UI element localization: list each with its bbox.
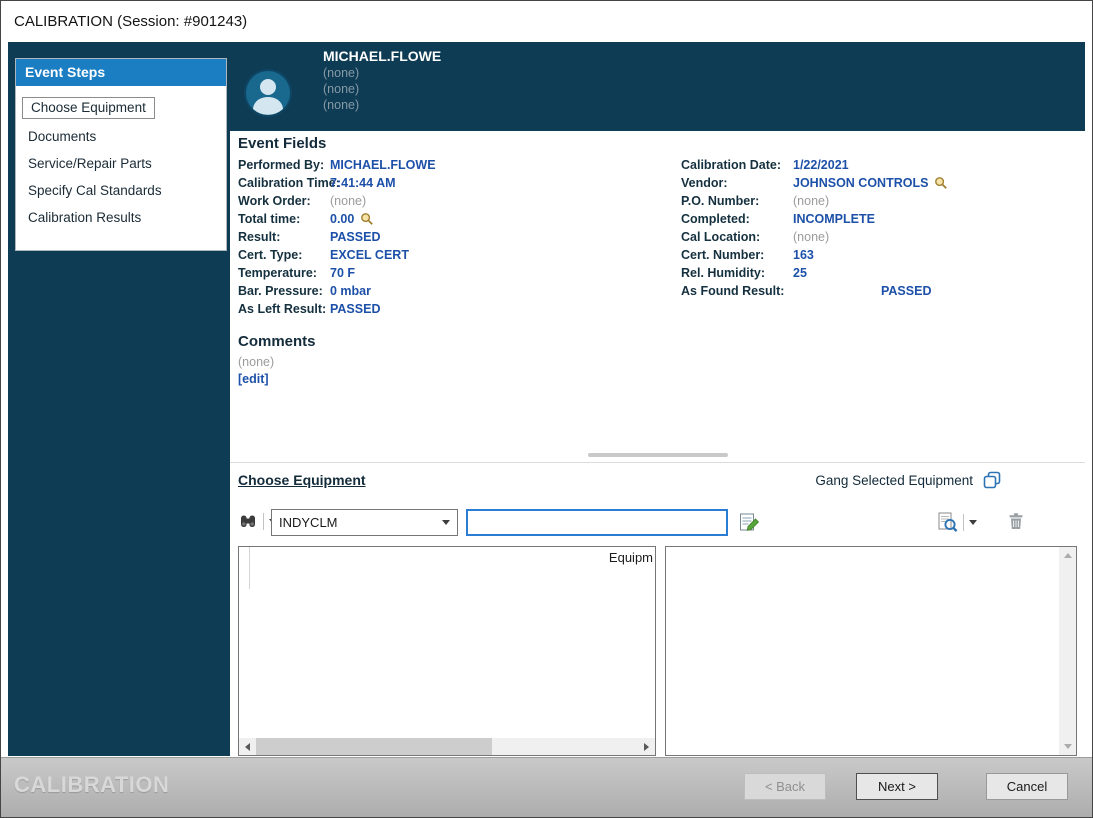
equipment-source-list[interactable]: Equipm [238,546,656,756]
field-completed: Completed:INCOMPLETE [681,210,1081,228]
footer-bar: CALIBRATION < Back Next > Cancel [1,757,1092,817]
search-scope-combo[interactable]: INDYCLM [271,509,458,536]
field-cert-type: Cert. Type:EXCEL CERT [238,246,673,264]
preview-document-icon [936,511,958,533]
field-calibration-time: Calibration Time:7:41:44 AM [238,174,673,192]
field-as-left-result: As Left Result:PASSED [238,300,673,318]
field-value: (none) [793,228,829,246]
event-steps-panel: Event Steps Choose Equipment Documents S… [15,58,227,251]
field-work-order: Work Order:(none) [238,192,673,210]
search-scope-value: INDYCLM [279,515,338,530]
equipment-selected-list[interactable] [665,546,1077,756]
field-vendor: Vendor:JOHNSON CONTROLS [681,174,1081,192]
field-value: (none) [330,192,366,210]
user-banner: MICHAEL.FLOWE (none) (none) (none) [230,42,1085,131]
preview-equipment-button[interactable] [936,511,977,533]
field-value[interactable]: PASSED [330,228,380,246]
calibration-window: CALIBRATION (Session: #901243) Event Ste… [0,0,1093,818]
next-button[interactable]: Next > [856,773,938,800]
binoculars-icon [238,511,258,531]
splitter-grip[interactable] [588,453,728,457]
field-value[interactable]: JOHNSON CONTROLS [793,174,928,192]
gang-equipment-icon[interactable] [982,470,1002,490]
divider [963,514,964,531]
footer-watermark: CALIBRATION [14,772,169,798]
field-value[interactable]: 7:41:44 AM [330,174,396,192]
field-calibration-date: Calibration Date:1/22/2021 [681,156,1081,174]
left-rail: Event Steps Choose Equipment Documents S… [8,42,230,756]
field-value[interactable]: 25 [793,264,807,282]
field-value[interactable]: 163 [793,246,814,264]
vertical-scrollbar[interactable] [1059,547,1076,755]
field-value[interactable]: 1/22/2021 [793,156,849,174]
horizontal-scroll-thumb[interactable] [256,738,492,755]
step-choose-equipment-label: Choose Equipment [22,97,155,119]
total-time-lookup-icon[interactable] [360,212,374,226]
equipment-column-header[interactable]: Equipm [609,550,653,565]
field-value[interactable]: 70 F [330,264,355,282]
scroll-right-button[interactable] [638,738,655,755]
field-value[interactable]: 0 mbar [330,282,371,300]
step-choose-equipment[interactable]: Choose Equipment [16,93,226,123]
field-as-found-result: As Found Result:PASSED [681,282,1081,300]
field-value[interactable]: MICHAEL.FLOWE [330,156,436,174]
user-banner-text: MICHAEL.FLOWE (none) (none) (none) [323,48,441,113]
divider [263,513,264,530]
field-cert-number: Cert. Number:163 [681,246,1081,264]
chevron-down-icon [442,520,450,525]
field-total-time: Total time:0.00 [238,210,673,228]
step-documents[interactable]: Documents [16,123,226,150]
main-content: Event Fields Performed By:MICHAEL.FLOWE … [230,131,1085,756]
grid-column-divider [249,547,250,589]
horizontal-scrollbar[interactable] [239,738,655,755]
event-fields-left-column: Performed By:MICHAEL.FLOWE Calibration T… [238,156,673,318]
choose-equipment-title: Choose Equipment [238,472,366,488]
field-value[interactable]: INCOMPLETE [793,210,875,228]
step-specify-cal-standards[interactable]: Specify Cal Standards [16,177,226,204]
cancel-button[interactable]: Cancel [986,773,1068,800]
user-name: MICHAEL.FLOWE [323,48,441,65]
user-line-2: (none) [323,81,441,97]
equipment-search-input[interactable] [466,509,728,536]
field-value: (none) [793,192,829,210]
scroll-left-button[interactable] [239,738,256,755]
comments-title: Comments [238,333,316,350]
chevron-down-icon [969,520,977,525]
field-performed-by: Performed By:MICHAEL.FLOWE [238,156,673,174]
event-steps-header: Event Steps [16,59,226,86]
field-cal-location: Cal Location:(none) [681,228,1081,246]
event-fields-right-column: Calibration Date:1/22/2021 Vendor:JOHNSO… [681,156,1081,300]
comments-edit-link[interactable]: [edit] [238,372,269,386]
field-rel-humidity: Rel. Humidity:25 [681,264,1081,282]
delete-equipment-button[interactable] [1006,511,1026,531]
field-bar-pressure: Bar. Pressure:0 mbar [238,282,673,300]
back-button[interactable]: < Back [744,773,826,800]
field-temperature: Temperature:70 F [238,264,673,282]
user-line-1: (none) [323,65,441,81]
scroll-down-button[interactable] [1059,738,1076,755]
step-service-repair-parts[interactable]: Service/Repair Parts [16,150,226,177]
step-calibration-results[interactable]: Calibration Results [16,204,226,231]
field-value[interactable]: PASSED [881,282,931,300]
window-titlebar: CALIBRATION (Session: #901243) [1,1,1092,42]
user-avatar-icon [244,69,292,117]
scroll-up-button[interactable] [1059,547,1076,564]
vendor-lookup-icon[interactable] [934,176,948,190]
event-fields-title: Event Fields [238,135,326,152]
edit-list-button[interactable] [738,511,760,533]
window-title: CALIBRATION (Session: #901243) [14,13,247,30]
user-line-3: (none) [323,97,441,113]
field-po-number: P.O. Number:(none) [681,192,1081,210]
field-value[interactable]: PASSED [330,300,380,318]
gang-selected-equipment-label: Gang Selected Equipment [815,473,973,488]
event-steps-list: Choose Equipment Documents Service/Repai… [16,86,226,231]
gang-selected-equipment: Gang Selected Equipment [815,470,1002,490]
field-value[interactable]: 0.00 [330,210,354,228]
comments-value: (none) [238,355,274,369]
field-result: Result:PASSED [238,228,673,246]
splitter-line [230,462,1085,463]
field-value[interactable]: EXCEL CERT [330,246,409,264]
